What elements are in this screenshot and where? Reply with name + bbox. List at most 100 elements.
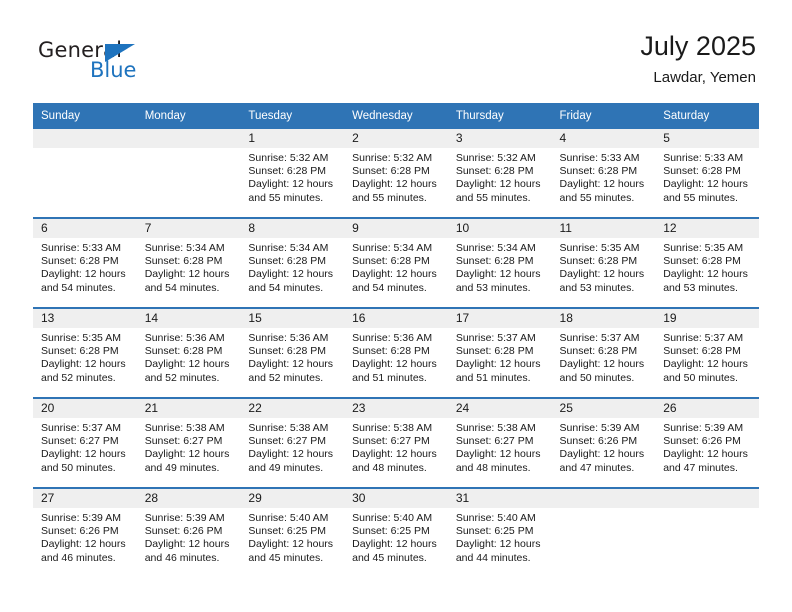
sunrise-text: Sunrise: 5:39 AM bbox=[663, 422, 744, 434]
day-number: 13 bbox=[33, 309, 137, 328]
calendar-day-cell[interactable]: 5 Sunrise: 5:33 AM Sunset: 6:28 PM Daylight… bbox=[655, 129, 759, 218]
sunrise-text: Sunrise: 5:32 AM bbox=[248, 152, 329, 164]
calendar-day-cell[interactable]: 26 Sunrise: 5:39 AM Sunset: 6:26 PM Dayligh… bbox=[655, 397, 759, 488]
day-cell-inner: 13 Sunrise: 5:35 AM Sunset: 6:28 PM Dayligh… bbox=[33, 309, 137, 397]
daylight-text-line2: and 55 minutes. bbox=[559, 191, 635, 204]
daylight-text-line1: Daylight: 12 hours bbox=[248, 448, 334, 461]
day-details: Sunrise: 5:36 AM Sunset: 6:28 PM Daylight:… bbox=[240, 328, 344, 385]
calendar-day-cell[interactable]: 23 Sunrise: 5:38 AM Sunset: 6:27 PM Dayligh… bbox=[344, 397, 448, 488]
calendar-day-cell[interactable]: 27 Sunrise: 5:39 AM Sunset: 6:26 PM Dayligh… bbox=[33, 487, 137, 577]
calendar-table: Sunday Monday Tuesday Wednesday Thursday… bbox=[33, 103, 759, 577]
day-cell-inner: 10 Sunrise: 5:34 AM Sunset: 6:28 PM Dayligh… bbox=[447, 219, 552, 307]
calendar-day-cell[interactable]: 15 Sunrise: 5:36 AM Sunset: 6:28 PM Dayligh… bbox=[240, 307, 345, 398]
daylight-text-line1: Daylight: 12 hours bbox=[41, 268, 126, 281]
sunrise-text: Sunrise: 5:34 AM bbox=[248, 242, 329, 254]
day-number: 3 bbox=[447, 129, 552, 148]
daylight-text-line1: Daylight: 12 hours bbox=[144, 448, 230, 461]
day-cell-inner: 24 Sunrise: 5:38 AM Sunset: 6:27 PM Dayligh… bbox=[447, 399, 552, 487]
calendar-day-cell[interactable]: 18 Sunrise: 5:37 AM Sunset: 6:28 PM Dayligh… bbox=[551, 307, 656, 398]
day-number: 14 bbox=[136, 309, 241, 328]
sunrise-text: Sunrise: 5:35 AM bbox=[663, 242, 744, 254]
calendar-day-cell[interactable]: 30 Sunrise: 5:40 AM Sunset: 6:25 PM Dayligh… bbox=[344, 487, 448, 577]
day-cell-inner: 17 Sunrise: 5:37 AM Sunset: 6:28 PM Dayligh… bbox=[447, 309, 552, 397]
day-details: Sunrise: 5:32 AM Sunset: 6:28 PM Daylight:… bbox=[344, 148, 448, 205]
sunset-text: Sunset: 6:27 PM bbox=[41, 435, 119, 448]
daylight-text-line2: and 50 minutes. bbox=[663, 371, 738, 384]
sunrise-text: Sunrise: 5:36 AM bbox=[248, 332, 329, 344]
daylight-text-line2: and 53 minutes. bbox=[455, 281, 531, 294]
weekday-header-wednesday: Wednesday bbox=[344, 103, 448, 129]
day-details: Sunrise: 5:33 AM Sunset: 6:28 PM Daylight:… bbox=[552, 148, 656, 205]
sunrise-text: Sunrise: 5:32 AM bbox=[352, 152, 433, 164]
brand-logo: General Blue bbox=[38, 38, 168, 86]
calendar-day-cell[interactable]: 17 Sunrise: 5:37 AM Sunset: 6:28 PM Dayligh… bbox=[447, 307, 552, 398]
calendar-day-cell-empty bbox=[655, 487, 759, 577]
daylight-text-line2: and 54 minutes. bbox=[41, 281, 116, 294]
day-details: Sunrise: 5:40 AM Sunset: 6:25 PM Daylight:… bbox=[448, 508, 552, 565]
calendar-day-cell[interactable]: 21 Sunrise: 5:38 AM Sunset: 6:27 PM Dayligh… bbox=[136, 397, 241, 488]
day-cell-inner: 31 Sunrise: 5:40 AM Sunset: 6:25 PM Dayligh… bbox=[447, 489, 552, 577]
daylight-text-line1: Daylight: 12 hours bbox=[559, 178, 645, 191]
calendar-day-cell[interactable]: 19 Sunrise: 5:37 AM Sunset: 6:28 PM Dayligh… bbox=[655, 307, 759, 398]
calendar-day-cell[interactable]: 2 Sunrise: 5:32 AM Sunset: 6:28 PM Daylight… bbox=[344, 129, 448, 218]
calendar-day-cell[interactable]: 7 Sunrise: 5:34 AM Sunset: 6:28 PM Daylight… bbox=[136, 217, 241, 308]
day-number: 23 bbox=[344, 399, 448, 418]
day-cell-inner: 15 Sunrise: 5:36 AM Sunset: 6:28 PM Dayligh… bbox=[240, 309, 345, 397]
sunset-text: Sunset: 6:28 PM bbox=[41, 255, 119, 268]
calendar-day-cell[interactable]: 24 Sunrise: 5:38 AM Sunset: 6:27 PM Dayligh… bbox=[447, 397, 552, 488]
calendar-day-cell[interactable]: 31 Sunrise: 5:40 AM Sunset: 6:25 PM Dayligh… bbox=[447, 487, 552, 577]
day-details: Sunrise: 5:37 AM Sunset: 6:27 PM Daylight:… bbox=[33, 418, 137, 475]
day-details: Sunrise: 5:38 AM Sunset: 6:27 PM Daylight:… bbox=[344, 418, 448, 475]
daylight-text-line2: and 50 minutes. bbox=[41, 461, 116, 474]
calendar-day-cell[interactable]: 1 Sunrise: 5:32 AM Sunset: 6:28 PM Daylight… bbox=[240, 129, 345, 218]
day-cell-inner: 1 Sunrise: 5:32 AM Sunset: 6:28 PM Daylight… bbox=[240, 129, 345, 217]
calendar-day-cell[interactable]: 28 Sunrise: 5:39 AM Sunset: 6:26 PM Dayligh… bbox=[136, 487, 241, 577]
calendar-page: General Blue July 2025 Lawdar, Yemen Sun… bbox=[0, 0, 792, 612]
daylight-text-line1: Daylight: 12 hours bbox=[144, 268, 230, 281]
day-cell-inner: 6 Sunrise: 5:33 AM Sunset: 6:28 PM Daylight… bbox=[33, 219, 137, 307]
calendar-day-cell[interactable]: 4 Sunrise: 5:33 AM Sunset: 6:28 PM Daylight… bbox=[551, 129, 656, 218]
sunset-text: Sunset: 6:28 PM bbox=[663, 255, 741, 268]
day-number bbox=[551, 489, 656, 508]
calendar-day-cell[interactable]: 6 Sunrise: 5:33 AM Sunset: 6:28 PM Daylight… bbox=[33, 217, 137, 308]
sunset-text: Sunset: 6:27 PM bbox=[248, 435, 327, 448]
day-cell-inner: 20 Sunrise: 5:37 AM Sunset: 6:27 PM Dayligh… bbox=[33, 399, 137, 487]
calendar-day-cell[interactable]: 8 Sunrise: 5:34 AM Sunset: 6:28 PM Daylight… bbox=[240, 217, 345, 308]
day-cell-inner: 29 Sunrise: 5:40 AM Sunset: 6:25 PM Dayligh… bbox=[240, 489, 345, 577]
weekday-header-thursday: Thursday bbox=[447, 103, 552, 129]
sunset-text: Sunset: 6:26 PM bbox=[41, 525, 119, 538]
day-number: 21 bbox=[136, 399, 241, 418]
day-details: Sunrise: 5:35 AM Sunset: 6:28 PM Daylight:… bbox=[33, 328, 137, 385]
calendar-day-cell[interactable]: 9 Sunrise: 5:34 AM Sunset: 6:28 PM Daylight… bbox=[344, 217, 448, 308]
day-details: Sunrise: 5:39 AM Sunset: 6:26 PM Daylight:… bbox=[552, 418, 656, 475]
calendar-day-cell[interactable]: 10 Sunrise: 5:34 AM Sunset: 6:28 PM Dayligh… bbox=[447, 217, 552, 308]
calendar-day-cell[interactable]: 16 Sunrise: 5:36 AM Sunset: 6:28 PM Dayligh… bbox=[344, 307, 448, 398]
day-number: 30 bbox=[344, 489, 448, 508]
daylight-text-line1: Daylight: 12 hours bbox=[455, 358, 541, 371]
day-number: 1 bbox=[240, 129, 345, 148]
sunset-text: Sunset: 6:26 PM bbox=[559, 435, 638, 448]
calendar-day-cell[interactable]: 12 Sunrise: 5:35 AM Sunset: 6:28 PM Dayligh… bbox=[655, 217, 759, 308]
calendar-day-cell[interactable]: 20 Sunrise: 5:37 AM Sunset: 6:27 PM Dayligh… bbox=[33, 397, 137, 488]
sunrise-text: Sunrise: 5:39 AM bbox=[41, 512, 121, 524]
sunset-text: Sunset: 6:28 PM bbox=[41, 345, 119, 358]
sunrise-text: Sunrise: 5:34 AM bbox=[352, 242, 433, 254]
daylight-text-line1: Daylight: 12 hours bbox=[352, 268, 437, 281]
calendar-day-cell[interactable]: 22 Sunrise: 5:38 AM Sunset: 6:27 PM Dayligh… bbox=[240, 397, 345, 488]
calendar-day-cell[interactable]: 3 Sunrise: 5:32 AM Sunset: 6:28 PM Daylight… bbox=[447, 129, 552, 218]
day-cell-inner: 8 Sunrise: 5:34 AM Sunset: 6:28 PM Daylight… bbox=[240, 219, 345, 307]
calendar-day-cell[interactable]: 25 Sunrise: 5:39 AM Sunset: 6:26 PM Dayligh… bbox=[551, 397, 656, 488]
day-cell-inner: 23 Sunrise: 5:38 AM Sunset: 6:27 PM Dayligh… bbox=[344, 399, 448, 487]
calendar-day-cell[interactable]: 29 Sunrise: 5:40 AM Sunset: 6:25 PM Dayligh… bbox=[240, 487, 345, 577]
daylight-text-line2: and 48 minutes. bbox=[455, 461, 531, 474]
day-cell-inner: 19 Sunrise: 5:37 AM Sunset: 6:28 PM Dayligh… bbox=[655, 309, 759, 397]
day-number: 22 bbox=[240, 399, 345, 418]
daylight-text-line2: and 54 minutes. bbox=[248, 281, 324, 294]
day-cell-inner bbox=[551, 489, 656, 577]
calendar-day-cell[interactable]: 14 Sunrise: 5:36 AM Sunset: 6:28 PM Dayligh… bbox=[136, 307, 241, 398]
daylight-text-line2: and 44 minutes. bbox=[455, 551, 531, 564]
daylight-text-line1: Daylight: 12 hours bbox=[248, 268, 334, 281]
calendar-day-cell[interactable]: 11 Sunrise: 5:35 AM Sunset: 6:28 PM Dayligh… bbox=[551, 217, 656, 308]
sunset-text: Sunset: 6:28 PM bbox=[248, 165, 327, 178]
calendar-day-cell[interactable]: 13 Sunrise: 5:35 AM Sunset: 6:28 PM Dayligh… bbox=[33, 307, 137, 398]
